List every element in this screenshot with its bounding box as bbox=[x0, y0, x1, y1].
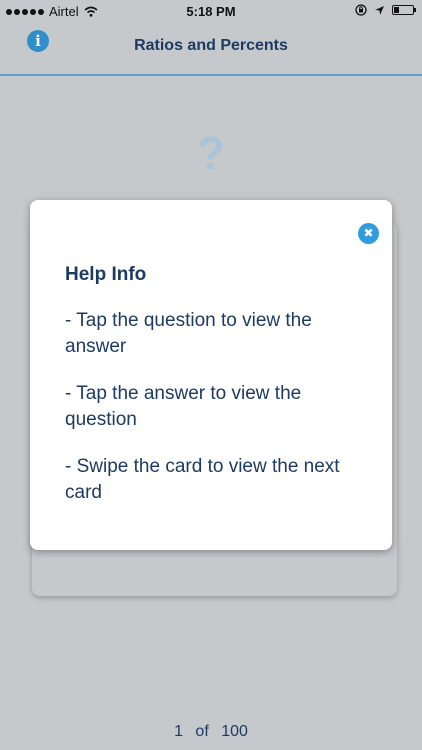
orientation-lock-icon bbox=[355, 4, 367, 16]
card-pagination: 1 of 100 bbox=[0, 723, 422, 741]
pagination-separator: of bbox=[195, 723, 209, 740]
help-title: Help Info bbox=[65, 264, 147, 285]
status-bar: Airtel 5:18 PM bbox=[0, 0, 422, 24]
help-instruction-item: - Tap the answer to view the question bbox=[65, 383, 302, 430]
battery-icon bbox=[392, 5, 416, 15]
navigation-bar: i Ratios and Percents bbox=[0, 24, 422, 76]
location-icon bbox=[375, 5, 384, 15]
help-instructions: - Tap the question to view the answer - … bbox=[65, 308, 365, 527]
help-instruction-item: - Swipe the card to view the next card bbox=[65, 456, 340, 503]
help-instruction-item: - Tap the question to view the answer bbox=[65, 310, 312, 357]
status-right bbox=[355, 4, 416, 16]
close-icon[interactable]: ✖ bbox=[358, 223, 379, 244]
page-title: Ratios and Percents bbox=[134, 37, 288, 54]
total-card-count: 100 bbox=[221, 723, 248, 740]
current-card-number: 1 bbox=[174, 723, 183, 740]
help-info-dialog: ✖ Help Info - Tap the question to view t… bbox=[30, 200, 392, 550]
question-placeholder-icon: ? bbox=[196, 127, 226, 179]
